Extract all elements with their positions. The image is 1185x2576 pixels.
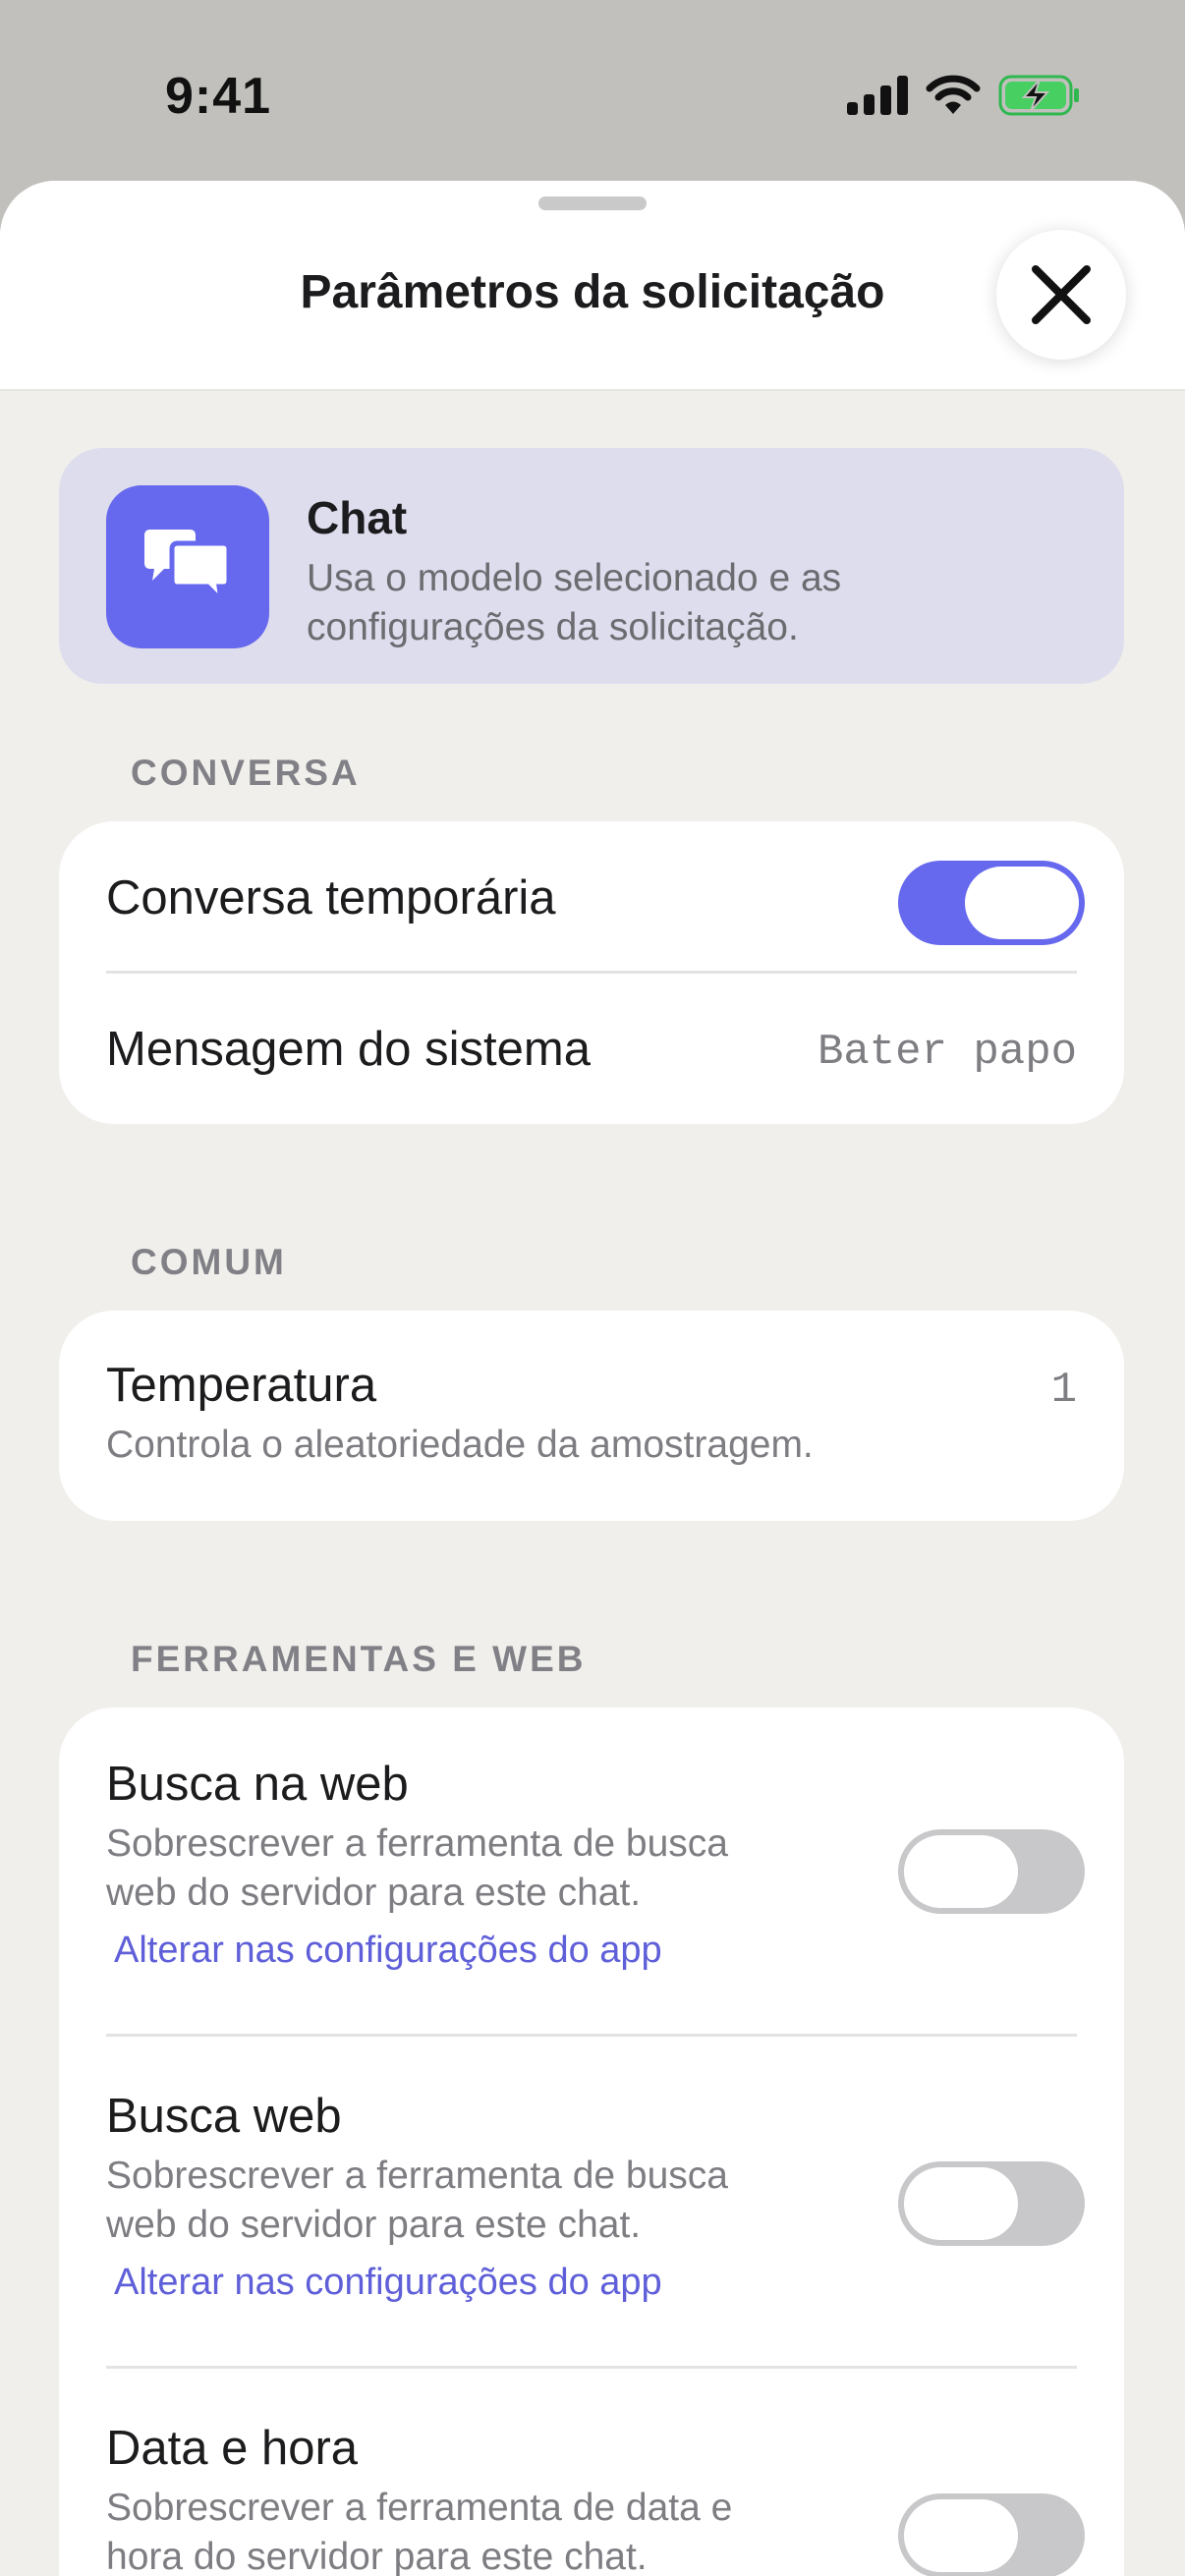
status-bar: 9:41 (0, 0, 1185, 187)
cellular-signal-icon (847, 76, 908, 115)
request-parameters-sheet: Parâmetros da solicitação Chat Usa o mod… (0, 181, 1185, 2576)
tool-desc-line1: Sobrescrever a ferramenta de busca (106, 2155, 728, 2197)
sheet-header: Parâmetros da solicitação (0, 181, 1185, 391)
divider (106, 2366, 1077, 2369)
mode-description: Usa o modelo selecionado e as configuraç… (307, 557, 842, 648)
busca-web-toggle[interactable] (898, 2161, 1085, 2246)
status-time: 9:41 (165, 68, 272, 125)
tool-label-web-search: Busca na web (106, 1758, 409, 1811)
temperature-description: Controla o aleatoriedade da amostragem. (106, 1424, 814, 1466)
section-header-conversa: CONVERSA (131, 753, 361, 793)
mode-title: Chat (307, 492, 408, 543)
divider (106, 2034, 1077, 2037)
temporary-conversation-toggle[interactable] (898, 861, 1085, 945)
tool-desc-line1: Sobrescrever a ferramenta de data e (106, 2487, 733, 2529)
temperature-label: Temperatura (106, 1359, 377, 1412)
tool-desc-line2: hora do servidor para este chat. (106, 2536, 648, 2576)
tools-card: Busca na web Sobrescrever a ferramenta d… (59, 1708, 1124, 2576)
change-in-app-settings-link[interactable]: Alterar nas configurações do app (114, 1930, 662, 1972)
temporary-conversation-label: Conversa temporária (106, 871, 556, 924)
close-button[interactable] (996, 230, 1126, 360)
conversa-card: Conversa temporária Mensagem do sistema … (59, 821, 1124, 1124)
toggle-knob (904, 1835, 1018, 1908)
system-message-label: Mensagem do sistema (106, 1023, 591, 1076)
mode-card-chat[interactable]: Chat Usa o modelo selecionado e as confi… (59, 448, 1124, 684)
system-message-value[interactable]: Bater papo (818, 1028, 1077, 1077)
divider (106, 971, 1077, 974)
tool-desc-line2: web do servidor para este chat. (106, 1872, 642, 1914)
battery-charging-icon (998, 75, 1079, 116)
comum-card: Temperatura Controla o aleatoriedade da … (59, 1311, 1124, 1521)
status-icons (847, 75, 1081, 116)
toggle-knob (904, 2167, 1018, 2240)
change-in-app-settings-link[interactable]: Alterar nas configurações do app (114, 2262, 662, 2304)
web-search-toggle[interactable] (898, 1829, 1085, 1914)
toggle-knob (965, 867, 1079, 939)
section-header-comum: COMUM (131, 1242, 287, 1282)
wifi-icon (926, 75, 981, 114)
chat-mode-icon-tile (106, 485, 269, 648)
tool-label-busca-web: Busca web (106, 2090, 342, 2143)
chat-bubbles-icon (144, 530, 232, 606)
tool-desc-line2: web do servidor para este chat. (106, 2204, 642, 2246)
date-time-toggle[interactable] (898, 2493, 1085, 2576)
temperature-value[interactable]: 1 (1051, 1366, 1077, 1415)
close-x-icon (1032, 265, 1091, 324)
tool-desc-line1: Sobrescrever a ferramenta de busca (106, 1822, 728, 1865)
toggle-knob (904, 2499, 1018, 2572)
sheet-grabber[interactable] (538, 196, 647, 210)
tool-label-date-time: Data e hora (106, 2422, 359, 2475)
section-header-tools: FERRAMENTAS E WEB (131, 1639, 587, 1679)
